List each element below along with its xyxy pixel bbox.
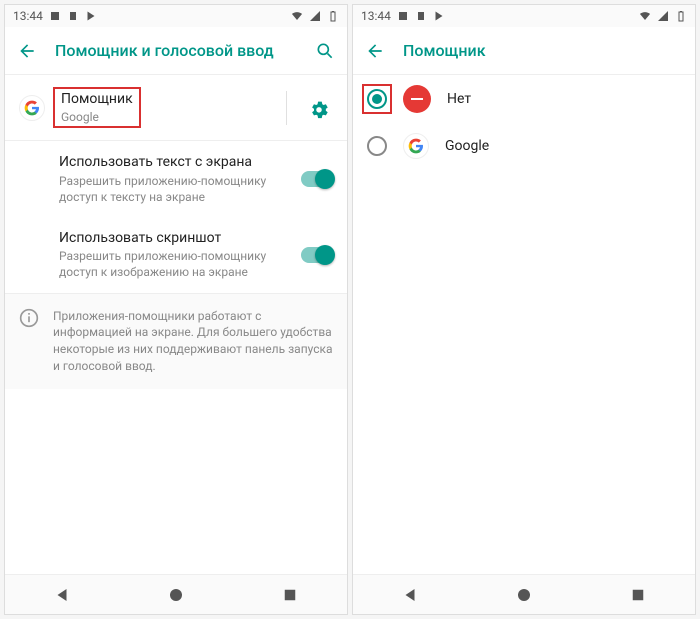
use-text-title: Использовать текст с экрана <box>59 153 287 171</box>
use-text-toggle[interactable] <box>301 171 333 187</box>
wifi-icon <box>639 10 651 22</box>
info-icon <box>19 308 39 328</box>
notification-icon <box>67 10 79 22</box>
assistant-app-row[interactable]: Помощник Google <box>5 75 347 141</box>
use-screenshot-row[interactable]: Использовать скриншот Разрешить приложен… <box>5 217 347 293</box>
google-logo-icon <box>403 133 429 159</box>
assistant-sub: Google <box>61 109 133 125</box>
search-icon <box>315 41 335 61</box>
page-title: Помощник и голосовой ввод <box>55 41 297 60</box>
status-time: 13:44 <box>13 9 43 23</box>
back-button[interactable] <box>13 37 41 65</box>
google-logo-icon <box>19 95 45 121</box>
battery-icon <box>675 10 687 22</box>
wifi-icon <box>291 10 303 22</box>
status-bar: 13:44 <box>353 5 695 27</box>
page-title: Помощник <box>403 41 687 60</box>
use-screenshot-toggle[interactable] <box>301 247 333 263</box>
content-area: Помощник Google Использовать текст с экр… <box>5 75 347 574</box>
highlight-box: Помощник Google <box>53 87 141 128</box>
phone-right: 13:44 Помощник Нет <box>352 4 696 615</box>
notification-icon <box>415 10 427 22</box>
option-google-row[interactable]: Google <box>353 123 695 169</box>
status-time: 13:44 <box>361 9 391 23</box>
play-icon <box>433 10 445 22</box>
nav-home-icon[interactable] <box>515 586 533 604</box>
play-icon <box>85 10 97 22</box>
nav-back-icon[interactable] <box>401 586 419 604</box>
signal-icon <box>309 10 321 22</box>
gear-icon <box>308 97 330 119</box>
option-none-label: Нет <box>447 91 471 107</box>
status-bar: 13:44 <box>5 5 347 27</box>
radio-unselected[interactable] <box>367 136 387 156</box>
nav-bar <box>353 574 695 614</box>
search-button[interactable] <box>311 37 339 65</box>
nav-back-icon[interactable] <box>53 586 71 604</box>
settings-button[interactable] <box>305 94 333 122</box>
highlight-box <box>362 84 392 114</box>
divider <box>286 91 287 125</box>
phone-left: 13:44 Помощник и голосовой ввод <box>4 4 348 615</box>
signal-icon <box>657 10 669 22</box>
arrow-back-icon <box>17 41 37 61</box>
nav-bar <box>5 574 347 614</box>
nav-home-icon[interactable] <box>167 586 185 604</box>
use-text-row[interactable]: Использовать текст с экрана Разрешить пр… <box>5 141 347 217</box>
assistant-title: Помощник <box>61 90 133 108</box>
app-bar: Помощник <box>353 27 695 75</box>
content-area: Нет Google <box>353 75 695 574</box>
option-google-label: Google <box>445 138 489 154</box>
use-text-sub: Разрешить приложению-помощнику доступ к … <box>59 173 287 205</box>
info-text: Приложения-помощники работают с информац… <box>53 308 333 375</box>
app-bar: Помощник и голосовой ввод <box>5 27 347 75</box>
radio-selected[interactable] <box>367 89 387 109</box>
notification-icon <box>397 10 409 22</box>
arrow-back-icon <box>365 41 385 61</box>
use-screenshot-title: Использовать скриншот <box>59 229 287 247</box>
option-none-row[interactable]: Нет <box>353 75 695 123</box>
info-section: Приложения-помощники работают с информац… <box>5 293 347 389</box>
none-icon <box>403 85 431 113</box>
back-button[interactable] <box>361 37 389 65</box>
nav-recent-icon[interactable] <box>629 586 647 604</box>
battery-icon <box>327 10 339 22</box>
notification-icon <box>49 10 61 22</box>
use-screenshot-sub: Разрешить приложению-помощнику доступ к … <box>59 248 287 280</box>
nav-recent-icon[interactable] <box>281 586 299 604</box>
